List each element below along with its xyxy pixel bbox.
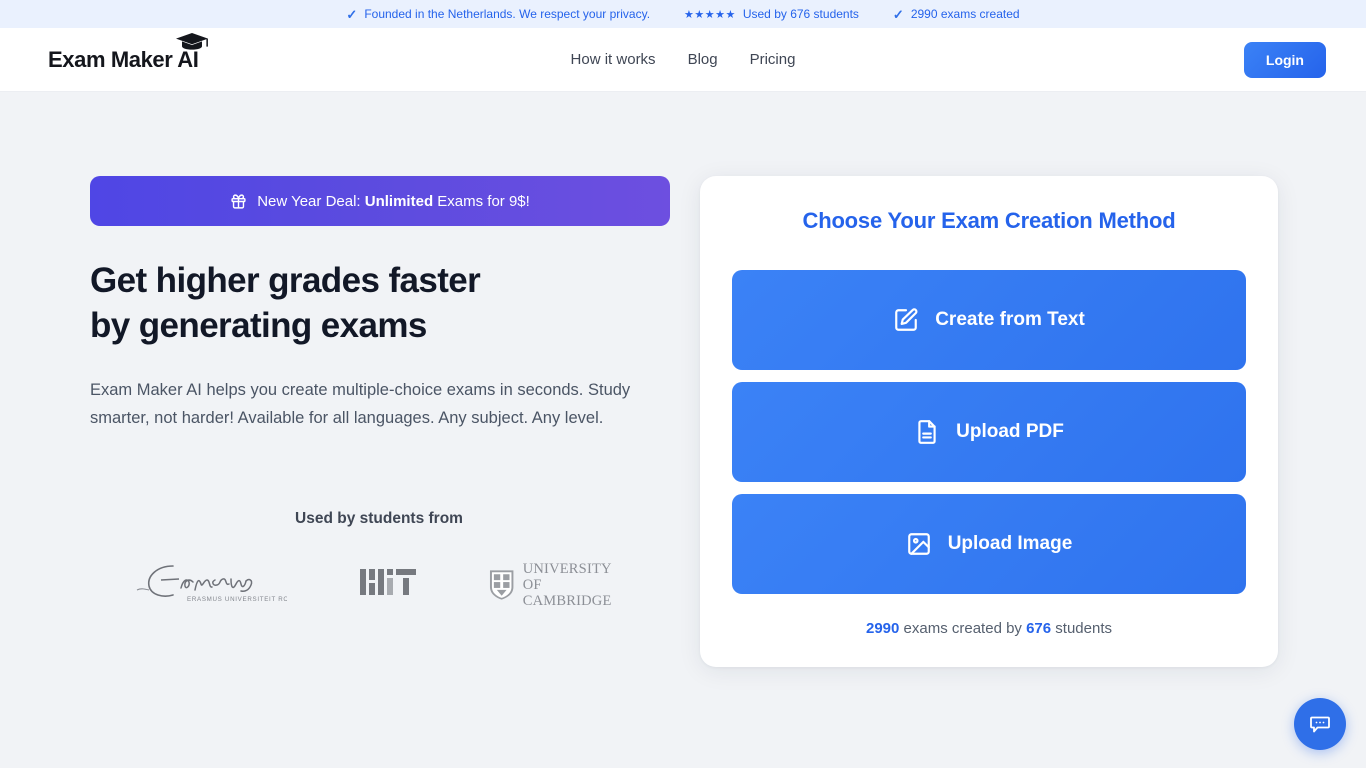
nav-item-how-it-works[interactable]: How it works (571, 51, 656, 68)
promo-suffix: Exams for 9$! (433, 192, 530, 210)
cambridge-line-1: UNIVERSITY OF (522, 560, 612, 593)
upload-image-button[interactable]: Upload Image (732, 494, 1246, 594)
university-of-cambridge-logo: UNIVERSITY OF CAMBRIDGE (489, 561, 631, 609)
usage-stats: 2990 exams created by 676 students (732, 620, 1246, 637)
promo-prefix: New Year Deal: (257, 192, 365, 210)
login-button[interactable]: Login (1243, 41, 1326, 78)
university-logo-row: ERASMUS UNIVERSITEIT ROTTERDAM (90, 560, 668, 609)
headline-line-2: by generating exams (90, 306, 427, 345)
chat-launcher-button[interactable] (1294, 698, 1346, 750)
gift-icon (231, 193, 246, 209)
students-count: 676 (1026, 620, 1052, 637)
promo-banner[interactable]: New Year Deal: Unlimited Exams for 9$! (90, 176, 670, 226)
exam-creation-card: Choose Your Exam Creation Method Create … (700, 176, 1278, 667)
graduation-cap-icon (175, 32, 208, 50)
svg-text:ERASMUS UNIVERSITEIT ROTTERDAM: ERASMUS UNIVERSITEIT ROTTERDAM (187, 596, 287, 603)
erasmus-university-rotterdam-logo: ERASMUS UNIVERSITEIT ROTTERDAM (127, 560, 323, 609)
mit-logo (359, 567, 416, 602)
cambridge-wordmark: UNIVERSITY OF CAMBRIDGE (523, 561, 632, 609)
promo-text: New Year Deal: Unlimited Exams for 9$! (257, 193, 530, 210)
exam-creation-column: Choose Your Exam Creation Method Create … (700, 176, 1278, 667)
exams-created-count: 2990 (865, 620, 900, 637)
image-icon (907, 533, 930, 555)
nav-item-blog[interactable]: Blog (688, 51, 718, 68)
announcement-item-students: ★★★★★ Used by 676 students (684, 7, 859, 21)
announcement-students-text: Used by 676 students (742, 7, 859, 21)
file-text-icon (918, 420, 936, 444)
page-title: Get higher grades faster by generating e… (90, 258, 670, 348)
nav-item-pricing[interactable]: Pricing (750, 51, 796, 68)
stars-icon: ★★★★★ (684, 8, 736, 21)
create-from-text-button[interactable]: Create from Text (732, 270, 1246, 370)
create-from-text-label: Create from Text (935, 309, 1085, 330)
announcement-exams-text: 2990 exams created (910, 7, 1020, 21)
logo[interactable]: Exam Maker AI (48, 32, 208, 73)
chat-bubble-icon (1310, 716, 1330, 733)
upload-pdf-label: Upload PDF (956, 421, 1064, 442)
announcement-privacy-text: Founded in the Netherlands. We respect y… (364, 7, 651, 21)
check-icon: ✓ (892, 6, 904, 22)
upload-image-label: Upload Image (947, 533, 1073, 554)
announcement-bar: ✓ Founded in the Netherlands. We respect… (0, 0, 1366, 28)
stats-suffix-text: students (1051, 620, 1112, 637)
announcement-item-exams: ✓ 2990 exams created (893, 7, 1020, 21)
hero-column: New Year Deal: Unlimited Exams for 9$! G… (90, 176, 670, 609)
social-proof-title: Used by students from (295, 510, 463, 527)
creation-method-list: Create from Text Upload PDF Upload Image (732, 270, 1246, 594)
cambridge-shield-icon (490, 569, 514, 600)
announcement-item-privacy: ✓ Founded in the Netherlands. We respect… (346, 7, 650, 21)
check-icon: ✓ (346, 6, 358, 22)
square-pen-icon (895, 308, 918, 331)
stats-middle-text: exams created by (899, 620, 1027, 637)
promo-highlight: Unlimited (364, 192, 434, 210)
card-title: Choose Your Exam Creation Method (802, 208, 1176, 233)
upload-pdf-button[interactable]: Upload PDF (732, 382, 1246, 482)
cambridge-line-2: CAMBRIDGE (522, 592, 612, 609)
hero-paragraph: Exam Maker AI helps you create multiple-… (90, 381, 631, 427)
main-navigation: How it works Blog Pricing (571, 51, 796, 68)
site-header: Exam Maker AI How it works Blog Pricing … (0, 28, 1366, 92)
headline-line-1: Get higher grades faster (90, 261, 481, 300)
main-content: New Year Deal: Unlimited Exams for 9$! G… (0, 92, 1366, 667)
